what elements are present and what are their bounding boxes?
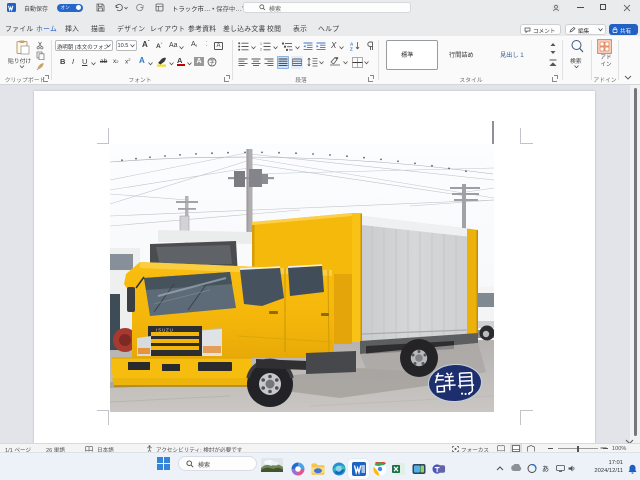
svg-text:1: 1 xyxy=(260,42,262,46)
svg-text:字: 字 xyxy=(209,58,215,66)
svg-text:2: 2 xyxy=(260,48,262,51)
svg-text:Z: Z xyxy=(350,47,353,51)
svg-text:ISUZU: ISUZU xyxy=(156,328,174,333)
